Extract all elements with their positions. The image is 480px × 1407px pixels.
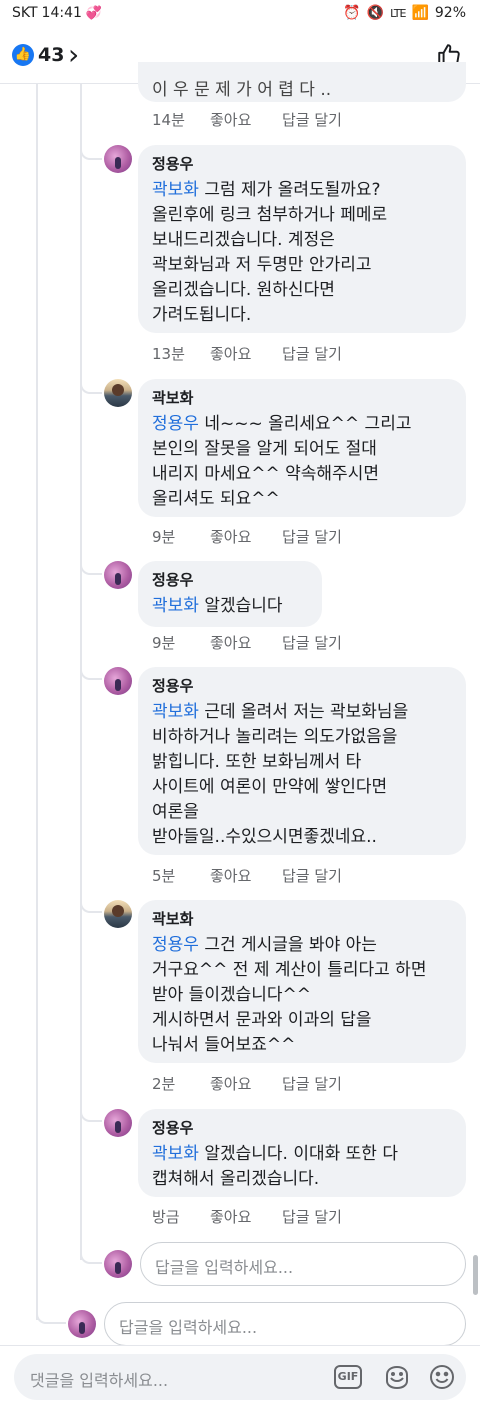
comment-body: 근데 올려서 저는 곽보화님을 비하하거나 놀리려는 의도가없음을 밝힙니다. … <box>152 702 409 847</box>
comment-input[interactable]: 댓글을 입력하세요... GIF <box>14 1354 466 1400</box>
comment-bubble: 정용우 곽보화 근데 올려서 저는 곽보화님을 비하하거나 놀리려는 의도가없음… <box>138 667 466 855</box>
comment-actions: 9분 좋아요 답글 달기 <box>152 526 342 547</box>
reply-button[interactable]: 답글 달기 <box>282 109 342 130</box>
comment-bubble-partial: 이 우 문 제 가 어 렵 다 .. <box>138 62 466 102</box>
comment-bubble: 정용우 곽보화 그럼 제가 올려도될까요? 올린후에 링크 첨부하거나 페메로 … <box>138 145 466 333</box>
sticker-icon[interactable] <box>383 1363 411 1391</box>
comment-author[interactable]: 정용우 <box>152 569 308 590</box>
comment-text: 이 우 문 제 가 어 렵 다 .. <box>152 80 332 100</box>
comment-bubble: 곽보화 정용우 네~~~ 올리세요^^ 그리고 본인의 잘못을 알게 되어도 절… <box>138 379 466 517</box>
mention-link[interactable]: 곽보화 <box>152 1144 199 1164</box>
comment-actions: 방금 좋아요 답글 달기 <box>152 1206 342 1227</box>
avatar[interactable] <box>104 379 132 407</box>
comment-body: 알겠습니다 <box>198 596 283 616</box>
avatar[interactable] <box>104 900 132 928</box>
comment-time: 2분 <box>152 1075 176 1093</box>
comment-text: 정용우 그건 게시글을 봐야 아는 거구요^^ 전 제 계산이 틀리다고 하면 … <box>152 933 452 1058</box>
comment-time: 13분 <box>152 345 185 363</box>
reply-button[interactable]: 답글 달기 <box>282 1073 342 1094</box>
gif-icon[interactable]: GIF <box>334 1365 362 1389</box>
comment-author[interactable]: 곽보화 <box>152 908 452 929</box>
comment-author[interactable]: 정용우 <box>152 675 452 696</box>
like-button[interactable]: 좋아요 <box>210 526 282 547</box>
scrollbar[interactable] <box>473 1255 478 1295</box>
comment-author[interactable]: 곽보화 <box>152 387 452 408</box>
reply-elbow <box>80 150 102 160</box>
comment-actions: 9분 좋아요 답글 달기 <box>152 632 342 653</box>
avatar <box>68 1310 96 1338</box>
reply-elbow <box>36 1300 66 1324</box>
mention-link[interactable]: 곽보화 <box>152 596 199 616</box>
like-button[interactable]: 좋아요 <box>210 1073 282 1094</box>
comment-time: 9분 <box>152 634 176 652</box>
reply-button[interactable]: 답글 달기 <box>282 343 342 364</box>
comment-time: 5분 <box>152 867 176 885</box>
comment-text: 곽보화 알겠습니다 <box>152 594 308 619</box>
reply-input[interactable]: 답글을 입력하세요... <box>104 1302 466 1346</box>
like-button[interactable]: 좋아요 <box>210 632 282 653</box>
mention-link[interactable]: 곽보화 <box>152 180 199 200</box>
comment-text: 곽보화 그럼 제가 올려도될까요? 올린후에 링크 첨부하거나 페메로 보내드리… <box>152 178 452 328</box>
comment-body: 그럼 제가 올려도될까요? 올린후에 링크 첨부하거나 페메로 보내드리겠습니다… <box>152 180 388 325</box>
reply-elbow <box>80 650 102 680</box>
comment-actions: 2분 좋아요 답글 달기 <box>152 1073 342 1094</box>
avatar[interactable] <box>104 1109 132 1137</box>
like-button[interactable]: 좋아요 <box>210 1206 282 1227</box>
comment-placeholder: 댓글을 입력하세요... <box>30 1371 169 1390</box>
reply-input[interactable]: 답글을 입력하세요... <box>140 1242 466 1286</box>
comment-text: 곽보화 근데 올려서 저는 곽보화님을 비하하거나 놀리려는 의도가없음을 밝힙… <box>152 700 452 850</box>
comment-bubble: 정용우 곽보화 알겠습니다 <box>138 561 322 627</box>
like-button[interactable]: 좋아요 <box>210 109 282 130</box>
reply-elbow <box>80 1095 102 1122</box>
reply-elbow <box>80 545 102 575</box>
reply-button[interactable]: 답글 달기 <box>282 865 342 886</box>
reply-button[interactable]: 답글 달기 <box>282 1206 342 1227</box>
mention-link[interactable]: 정용우 <box>152 414 199 434</box>
avatar[interactable] <box>104 561 132 589</box>
comment-actions: 13분 좋아요 답글 달기 <box>152 343 342 364</box>
comment-author[interactable]: 정용우 <box>152 153 452 174</box>
like-button[interactable]: 좋아요 <box>210 865 282 886</box>
comment-thread: 이 우 문 제 가 어 렵 다 .. 14분 좋아요 답글 달기 정용우 곽보화… <box>0 0 480 1407</box>
comment-bubble: 정용우 곽보화 알겠습니다. 이대화 또한 다 캡쳐해서 올리겠습니다. <box>138 1109 466 1197</box>
reply-elbow <box>80 360 102 394</box>
comment-time: 9분 <box>152 528 176 546</box>
reply-elbow <box>80 885 102 913</box>
comment-actions: 5분 좋아요 답글 달기 <box>152 865 342 886</box>
comment-author[interactable]: 정용우 <box>152 1117 452 1138</box>
comment-text: 정용우 네~~~ 올리세요^^ 그리고 본인의 잘못을 알게 되어도 절대 내리… <box>152 412 452 512</box>
comment-time: 14분 <box>152 111 185 129</box>
comment-text: 곽보화 알겠습니다. 이대화 또한 다 캡쳐해서 올리겠습니다. <box>152 1142 452 1192</box>
comment-bubble: 곽보화 정용우 그건 게시글을 봐야 아는 거구요^^ 전 제 계산이 틀리다고… <box>138 900 466 1063</box>
comment-time: 방금 <box>152 1208 180 1226</box>
avatar <box>104 1250 132 1278</box>
mention-link[interactable]: 곽보화 <box>152 702 199 722</box>
reply-button[interactable]: 답글 달기 <box>282 526 342 547</box>
mention-link[interactable]: 정용우 <box>152 935 199 955</box>
avatar[interactable] <box>104 145 132 173</box>
avatar[interactable] <box>104 667 132 695</box>
comment-composer: 댓글을 입력하세요... GIF <box>0 1345 480 1407</box>
comment-actions: 14분 좋아요 답글 달기 <box>152 109 342 130</box>
like-button[interactable]: 좋아요 <box>210 343 282 364</box>
emoji-icon[interactable] <box>428 1363 456 1391</box>
reply-elbow <box>80 1240 102 1264</box>
thread-connector <box>36 84 38 1320</box>
reply-button[interactable]: 답글 달기 <box>282 632 342 653</box>
